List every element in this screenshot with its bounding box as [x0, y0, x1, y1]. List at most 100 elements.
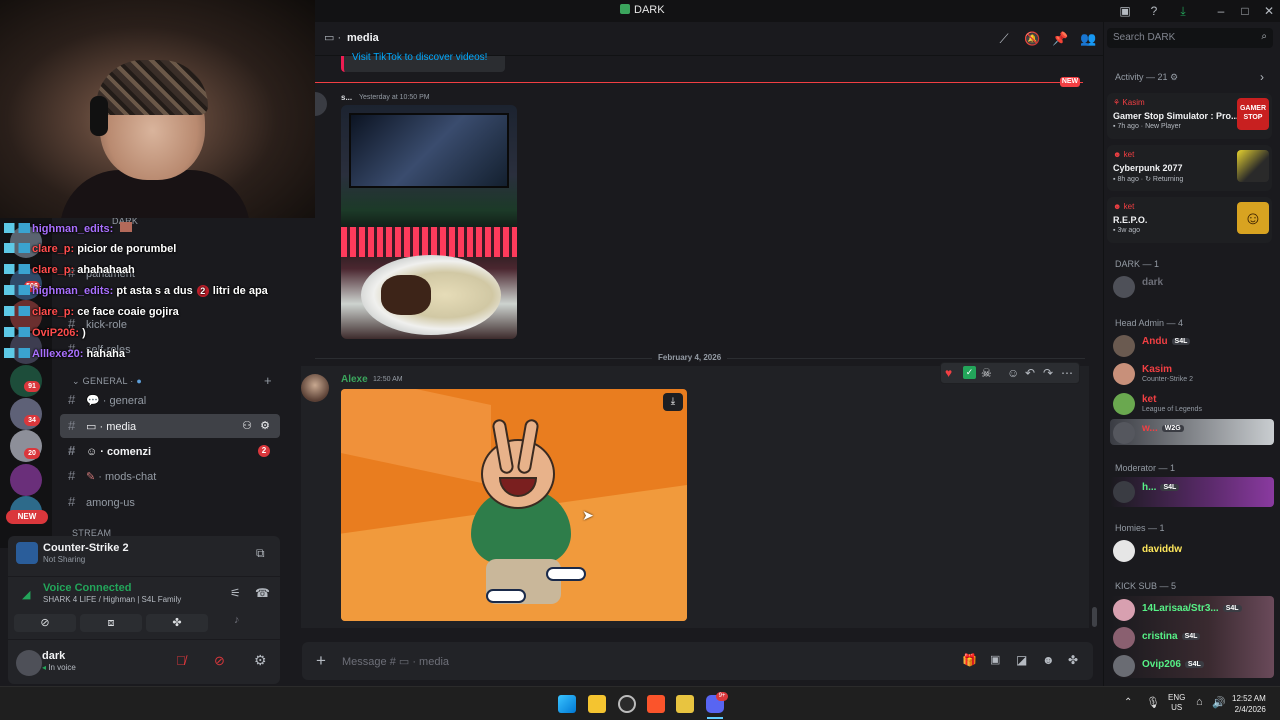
member-item[interactable]: 14Larisaa/Str3... S4L	[1113, 597, 1273, 621]
author-name[interactable]: Alexe	[341, 374, 368, 385]
file-explorer-icon[interactable]	[588, 695, 606, 713]
deafened-icon[interactable]: ⊘	[214, 653, 225, 669]
volume-icon[interactable]: 🔊	[1212, 696, 1226, 709]
sticker-icon[interactable]: ◪	[1016, 653, 1027, 667]
window-title-text: DARK	[634, 4, 665, 16]
server-icon[interactable]	[10, 464, 42, 496]
member-name: ket	[1142, 394, 1157, 405]
threads-icon[interactable]: ⟋	[996, 31, 1012, 47]
camera-off-button[interactable]: ⊘	[14, 614, 76, 632]
author-name[interactable]: s...	[341, 93, 352, 102]
avatar[interactable]	[301, 374, 329, 402]
member-item[interactable]: w... W2G	[1113, 420, 1273, 444]
embed-link[interactable]: Visit TikTok to discover videos!	[352, 52, 487, 63]
activities-button[interactable]: ✤	[146, 614, 208, 632]
voice-title[interactable]: Voice Connected	[43, 582, 131, 594]
member-item[interactable]: ket League of Legends	[1113, 391, 1273, 415]
attach-plus-icon[interactable]: +	[316, 651, 326, 671]
guild-tag: S4L	[1181, 633, 1201, 640]
activity-card[interactable]: ⚘ Kasim Gamer Stop Simulator : Pro... ▪ …	[1107, 93, 1272, 139]
channel-comenzi[interactable]: # ☺ · comenzi 2	[60, 439, 280, 463]
pin-icon[interactable]: 📌	[1052, 31, 1068, 47]
windows-start-icon[interactable]	[558, 695, 576, 713]
soundboard-icon[interactable]: ♪	[234, 614, 240, 626]
category-general[interactable]: ⌄ GENERAL · ●	[72, 376, 142, 387]
activity-time: 3w ago	[1117, 227, 1141, 234]
chevron-up-icon[interactable]: ⌃	[1124, 697, 1132, 708]
mute-bell-icon[interactable]: 🔕	[1024, 31, 1040, 47]
new-unreads-pill[interactable]: NEW	[6, 510, 48, 524]
member-item[interactable]: Ovip206 S4L	[1113, 653, 1273, 677]
settings-gear-icon[interactable]: ⚙	[254, 652, 267, 669]
channel-among-us[interactable]: # among-us	[60, 490, 280, 514]
screen-share-button[interactable]: ⧈	[80, 614, 142, 632]
activity-card[interactable]: ☻ ket R.E.P.O. ▪ 3w ago ☺	[1107, 197, 1272, 243]
member-name: h... S4L	[1142, 482, 1180, 493]
help-icon[interactable]: ?	[1146, 3, 1162, 19]
more-icon[interactable]: ⋯	[1061, 366, 1073, 380]
member-item[interactable]: dark	[1113, 274, 1273, 298]
guild-tag: S4L	[1171, 338, 1191, 345]
webcam-headset	[90, 96, 108, 136]
activity-card[interactable]: ☻ ket Cyberpunk 2077 ▪ 8h ago · ↻ Return…	[1107, 145, 1272, 191]
app-icon[interactable]	[676, 695, 694, 713]
member-item[interactable]: h... S4L	[1113, 479, 1273, 503]
gear-icon[interactable]: ⚙	[260, 414, 270, 438]
add-channel-icon[interactable]: +	[264, 373, 272, 388]
noise-suppression-icon[interactable]: ⚟	[230, 586, 241, 600]
microphone-icon[interactable]: 🎙	[1146, 696, 1160, 709]
member-item[interactable]: cristina S4L	[1113, 625, 1273, 649]
check-react-icon[interactable]: ✓	[963, 366, 976, 379]
emoji-icon[interactable]: ☻	[1042, 653, 1055, 667]
inbox-icon[interactable]: ▣	[1117, 3, 1133, 19]
apps-icon[interactable]: ✤	[1068, 653, 1078, 667]
brave-browser-icon[interactable]	[647, 695, 665, 713]
add-reaction-icon[interactable]: ☺	[1007, 366, 1019, 380]
close-button[interactable]: ✕	[1261, 3, 1277, 19]
language-indicator[interactable]: ENG US	[1168, 693, 1185, 713]
member-item[interactable]: daviddw	[1113, 538, 1273, 562]
maximize-button[interactable]: □	[1237, 3, 1253, 19]
avatar[interactable]	[315, 92, 327, 116]
obs-icon[interactable]	[618, 695, 636, 713]
disconnect-icon[interactable]: ☎	[255, 586, 270, 600]
gift-icon[interactable]: 🎁	[962, 653, 977, 667]
reply-icon[interactable]: ↶	[1025, 366, 1035, 380]
forward-icon[interactable]: ↷	[1043, 366, 1053, 380]
channel-media[interactable]: # ▭ · media ⚇ ⚙	[60, 414, 280, 438]
chevron-right-icon[interactable]: ›	[1260, 70, 1264, 84]
channel-general[interactable]: # 💬 · general	[60, 388, 280, 412]
heart-react-icon[interactable]: ♥	[945, 366, 952, 380]
clock-time: 12:52 AM	[1232, 694, 1266, 703]
channel-mods-chat[interactable]: # ✎ · mods-chat	[60, 464, 280, 488]
gif-icon[interactable]: ▣	[990, 653, 1000, 666]
food-setup-photo[interactable]	[341, 105, 517, 339]
avatar[interactable]	[16, 650, 42, 676]
meme-gif-attachment[interactable]: ⤓ ➤	[341, 389, 687, 621]
members-icon[interactable]: 👥	[1080, 31, 1096, 47]
mouse-cursor-icon: ➤	[582, 507, 594, 523]
message-composer[interactable]: + Message # ▭ · media 🎁 ▣ ◪ ☻ ✤	[302, 642, 1093, 680]
member-item[interactable]: Kasim Counter-Strike 2	[1113, 361, 1273, 385]
mention-badge: 2	[258, 445, 270, 457]
channel-label: comenzi	[107, 446, 152, 458]
gear-icon[interactable]: ⚙	[1170, 72, 1178, 82]
avatar	[1113, 422, 1135, 444]
scrollbar[interactable]	[1092, 607, 1097, 627]
mic-muted-icon[interactable]: 🎙̸	[176, 653, 186, 668]
member-name: w... W2G	[1142, 423, 1184, 434]
skull-react-icon[interactable]: ☠	[981, 366, 992, 380]
activity-game: Gamer Stop Simulator : Pro...	[1113, 111, 1239, 121]
download-attachment-icon[interactable]: ⤓	[663, 393, 683, 411]
search-input[interactable]: Search DARK ⌕	[1107, 28, 1273, 48]
voice-channel[interactable]: SHARK 4 LIFE / Highman | S4L Family	[43, 595, 181, 604]
share-screen-icon[interactable]: ⧉	[256, 546, 265, 561]
category-stream[interactable]: STREAM	[72, 528, 111, 536]
invite-icon[interactable]: ⚇	[242, 414, 252, 438]
minimize-button[interactable]: –	[1213, 3, 1229, 19]
clock[interactable]: 12:52 AM 2/4/2026	[1232, 693, 1266, 715]
composer-placeholder[interactable]: Message # ▭ · media	[342, 655, 449, 668]
network-icon[interactable]: ⌂	[1196, 696, 1203, 708]
download-icon[interactable]: ⤓	[1175, 3, 1191, 19]
member-item[interactable]: Andu S4L	[1113, 333, 1273, 357]
